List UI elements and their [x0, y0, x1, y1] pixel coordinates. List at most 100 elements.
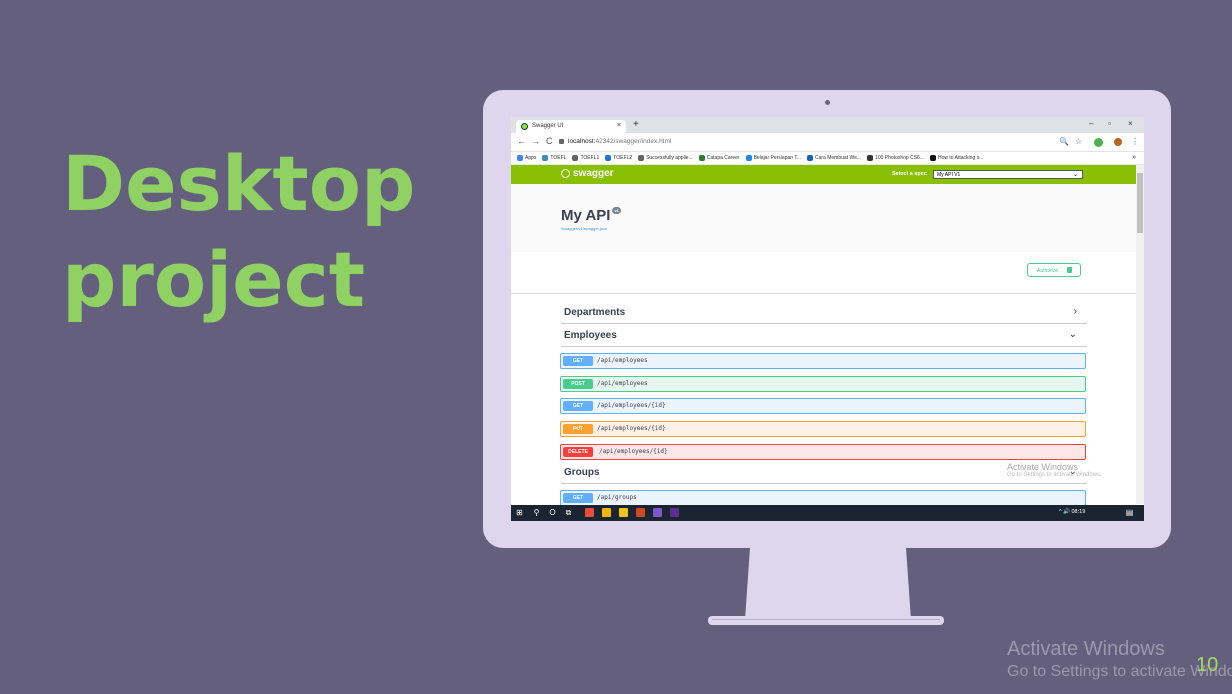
app-visualstudio-icon[interactable] [670, 508, 679, 517]
bookmark-item[interactable]: 100 Photoshop CS6... [867, 152, 924, 164]
bookmark-item[interactable]: Apps [517, 152, 536, 164]
operation-row[interactable]: GET/api/employees [560, 353, 1086, 369]
bookmark-item[interactable]: Belajar Persiapan T... [745, 152, 801, 164]
app-powerpoint-icon[interactable] [636, 508, 645, 517]
app-vscode-icon[interactable] [653, 508, 662, 517]
start-icon[interactable]: ⊞ [515, 508, 524, 517]
back-button[interactable]: ← [517, 136, 526, 146]
api-version-badge: v1 [612, 207, 621, 214]
bookmark-item[interactable]: TOEFL2 [605, 152, 632, 164]
spec-select-value: My API V1 [937, 172, 961, 178]
bookmark-item[interactable]: Catapa Career [698, 152, 740, 164]
bookmark-label: Successfully applie... [646, 155, 693, 161]
bookmark-label: How to Attacking o... [937, 155, 984, 161]
screen-watermark-line2: Go to Settings to activate Windows. [1007, 472, 1102, 478]
swagger-json-link[interactable]: /swagger/v1/swagger.json [561, 226, 607, 231]
bookmark-label: Belajar Persiapan T... [753, 155, 801, 161]
swagger-topbar: swagger Select a spec My API V1 ⌄ [511, 165, 1136, 184]
chevron-icon[interactable]: › [1074, 306, 1077, 317]
bookmark-label: Cara Membuat We... [815, 155, 862, 161]
profile-avatar[interactable] [1114, 138, 1122, 146]
swagger-favicon-icon [521, 123, 528, 130]
bookmark-icon [638, 154, 645, 161]
swagger-logo[interactable]: swagger [561, 168, 614, 179]
monitor-screen: Swagger UI × + – ▫ × ← → C localhost:423… [511, 117, 1144, 521]
extension-icon[interactable] [1094, 138, 1103, 147]
monitor-base-line [712, 619, 940, 620]
more-bookmarks-icon[interactable]: » [1132, 152, 1136, 164]
swagger-logo-icon [561, 168, 570, 178]
bookmark-label: TOEFL2 [613, 155, 633, 161]
cortana-icon[interactable]: O [548, 508, 557, 517]
reload-button[interactable]: C [546, 136, 553, 146]
authorize-section: Authorize [511, 252, 1136, 294]
method-badge: PUT [563, 424, 593, 434]
monitor-neck [745, 548, 911, 620]
browser-tabbar: Swagger UI × + – ▫ × [511, 117, 1144, 133]
close-window-button[interactable]: × [1128, 119, 1133, 128]
task-view-icon[interactable]: ⧉ [564, 508, 573, 517]
slide-title-line1: Desktop [62, 139, 416, 228]
minimize-button[interactable]: – [1089, 119, 1093, 128]
notifications-icon[interactable]: ▤ [1125, 508, 1134, 517]
method-badge: POST [563, 379, 593, 389]
operation-row[interactable]: POST/api/employees [560, 376, 1086, 392]
monitor-frame: Swagger UI × + – ▫ × ← → C localhost:423… [483, 90, 1171, 548]
slide-number: 10 [1196, 654, 1219, 676]
windows-taskbar: ⊞ ⚲ O ⧉ ^ 🔊 08:19 ▤ [511, 505, 1144, 521]
select-spec-label: Select a spec [892, 171, 927, 177]
api-info: My API v1 /swagger/v1/swagger.json [511, 184, 1136, 252]
bookmark-icon [745, 154, 752, 161]
spec-select[interactable]: My API V1 ⌄ [933, 170, 1083, 179]
bookmark-label: Catapa Career [706, 155, 740, 161]
zoom-icon[interactable]: 🔍 [1059, 137, 1069, 146]
forward-button[interactable]: → [531, 136, 540, 146]
bookmark-icon [517, 154, 523, 161]
operation-row[interactable]: DELETE/api/employees/{id} [560, 444, 1086, 460]
new-tab-button[interactable]: + [633, 119, 639, 130]
chevron-down-icon: ⌄ [1072, 172, 1078, 178]
scrollbar-thumb[interactable] [1137, 173, 1143, 233]
bookmark-item[interactable]: TOEFL1 [572, 152, 599, 164]
bookmark-icon [605, 154, 612, 161]
method-badge: GET [563, 356, 593, 366]
bookmark-item[interactable]: Cara Membuat We... [807, 152, 861, 164]
operation-path: /api/employees/{id} [597, 425, 666, 432]
search-icon[interactable]: ⚲ [532, 508, 541, 517]
method-badge: GET [563, 493, 593, 503]
tag-section-header[interactable]: Employees ⌄ [561, 326, 1087, 347]
tag-name: Employees [564, 330, 617, 341]
operation-path: /api/employees [597, 357, 648, 364]
bookmark-star-icon[interactable]: ☆ [1075, 137, 1082, 146]
authorize-button[interactable]: Authorize [1027, 263, 1081, 277]
bookmark-item[interactable]: How to Attacking o... [929, 152, 984, 164]
operation-path: /api/groups [597, 494, 637, 501]
system-tray[interactable]: ^ 🔊 08:19 [1059, 509, 1085, 515]
bookmark-icon [542, 154, 549, 161]
method-badge: DELETE [563, 447, 593, 457]
tag-section-header[interactable]: Departments › [561, 303, 1087, 324]
operation-path: /api/employees [597, 380, 648, 387]
browser-menu-icon[interactable]: ⋮ [1131, 137, 1139, 146]
operation-row[interactable]: GET/api/employees/{id} [560, 398, 1086, 414]
app-files-icon[interactable] [619, 508, 628, 517]
method-badge: GET [563, 401, 593, 411]
bookmark-icon [698, 154, 705, 161]
bookmark-item[interactable]: Successfully applie... [638, 152, 693, 164]
tab-title: Swagger UI [532, 123, 564, 129]
browser-tab[interactable]: Swagger UI × [516, 120, 626, 133]
url-input[interactable]: localhost:42342/swagger/index.html [559, 136, 1079, 148]
url-path: :42342/swagger/index.html [593, 138, 672, 145]
app-red-icon[interactable] [585, 508, 594, 517]
bookmark-label: TOEFL [550, 155, 567, 161]
bookmark-item[interactable]: TOEFL [542, 152, 566, 164]
operation-row[interactable]: PUT/api/employees/{id} [560, 421, 1086, 437]
tag-name: Departments [564, 307, 626, 318]
operation-row[interactable]: GET/api/groups [560, 490, 1086, 506]
tab-close-icon[interactable]: × [617, 122, 621, 129]
app-chrome-icon[interactable] [602, 508, 611, 517]
chevron-icon[interactable]: ⌄ [1069, 329, 1077, 340]
operation-path: /api/employees/{id} [599, 448, 668, 455]
scrollbar[interactable] [1136, 165, 1144, 504]
maximize-button[interactable]: ▫ [1108, 119, 1111, 128]
